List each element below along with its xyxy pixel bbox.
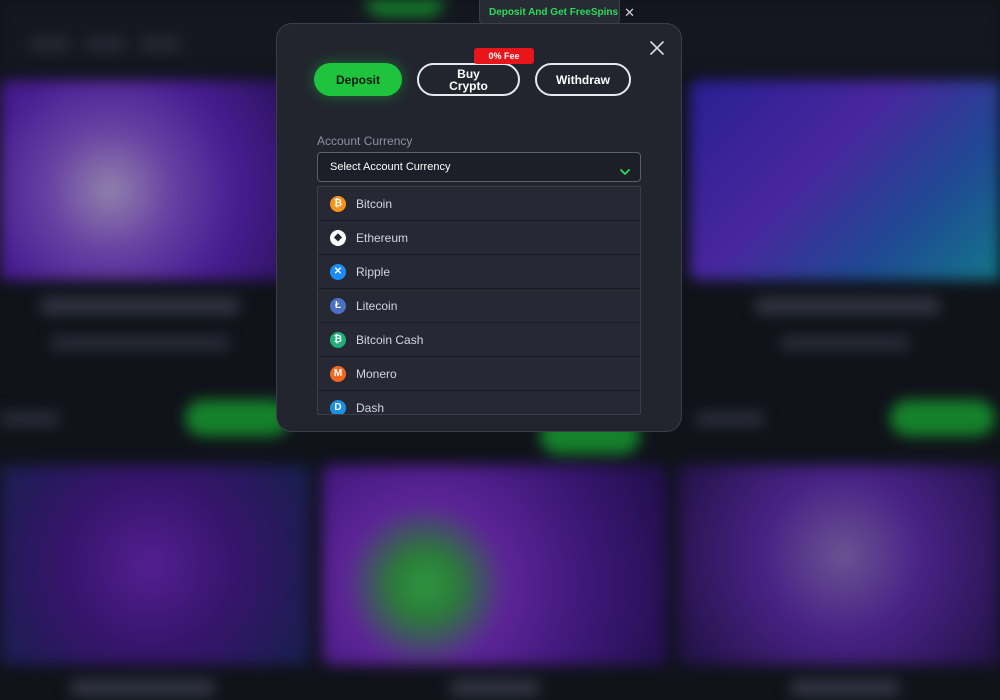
currency-option-label: Monero [356, 366, 397, 381]
account-currency-select[interactable]: Select Account Currency [317, 152, 641, 182]
currency-option-label: Ethereum [356, 230, 409, 245]
bitcoin-icon: ₿ [330, 195, 346, 212]
tab-withdraw-label: Withdraw [556, 72, 610, 87]
currency-option-label: Bitcoin Cash [356, 332, 424, 347]
currency-option-dash[interactable]: D Dash [318, 391, 640, 415]
tab-buy-crypto[interactable]: 0% Fee Buy Crypto [417, 48, 534, 96]
payment-modal: Deposit 0% Fee Buy Crypto Withdraw Accou… [276, 23, 682, 432]
ethereum-icon: ◆ [330, 229, 346, 246]
tab-withdraw[interactable]: Withdraw [535, 63, 631, 96]
litecoin-icon: Ł [330, 297, 346, 314]
currency-option-litecoin[interactable]: Ł Litecoin [318, 289, 640, 323]
currency-option-label: Dash [356, 400, 385, 415]
currency-option-label: Bitcoin [356, 196, 393, 211]
currency-option-label: Litecoin [356, 298, 398, 313]
currency-option-monero[interactable]: M Monero [318, 357, 640, 391]
currency-dropdown-list[interactable]: ₿ Bitcoin ◆ Ethereum ✕ Ripple Ł Litecoin ₿ Bitcoi… [317, 186, 641, 415]
promo-tab-label[interactable]: Deposit And Get FreeSpins [489, 7, 618, 18]
tab-deposit[interactable]: Deposit [314, 63, 402, 96]
dash-icon: D [330, 399, 346, 414]
tab-buy-crypto-label: Buy Crypto [449, 66, 488, 93]
currency-option-ethereum[interactable]: ◆ Ethereum [318, 221, 640, 255]
account-currency-label: Account Currency [317, 134, 413, 148]
promo-tab[interactable]: Deposit And Get FreeSpins ✕ [479, 0, 635, 25]
fee-badge: 0% Fee [474, 48, 534, 64]
ripple-icon: ✕ [330, 263, 346, 280]
close-icon[interactable] [650, 41, 664, 55]
monero-icon: M [330, 365, 346, 382]
currency-option-label: Ripple [356, 264, 391, 279]
currency-option-bitcoin-cash[interactable]: ₿ Bitcoin Cash [318, 323, 640, 357]
tab-deposit-label: Deposit [335, 72, 380, 87]
chevron-down-icon [620, 163, 630, 181]
currency-option-ripple[interactable]: ✕ Ripple [318, 255, 640, 289]
currency-option-bitcoin[interactable]: ₿ Bitcoin [318, 187, 640, 221]
promo-close-icon[interactable]: ✕ [624, 6, 635, 19]
bitcoin-cash-icon: ₿ [330, 331, 346, 348]
payment-tabs: Deposit 0% Fee Buy Crypto Withdraw [314, 48, 631, 96]
select-placeholder: Select Account Currency [330, 161, 451, 173]
